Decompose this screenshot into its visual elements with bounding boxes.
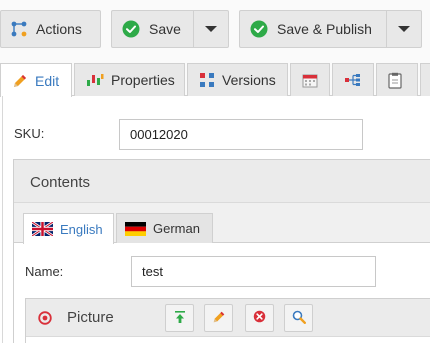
tab-schedule[interactable] (290, 63, 330, 96)
save-publish-button[interactable]: Save & Publish (239, 10, 386, 48)
editor-tab-bar: Edit Properties Versions (0, 58, 430, 97)
caret-down-icon (398, 26, 410, 32)
search-picture-button[interactable] (284, 304, 313, 332)
toolbar: Actions Save Save & Publish (0, 0, 430, 58)
tab-dependencies[interactable] (332, 63, 374, 96)
search-icon (292, 310, 306, 327)
save-publish-label: Save & Publish (277, 21, 372, 37)
tab-notes[interactable] (376, 63, 418, 96)
name-label: Name: (25, 264, 64, 279)
tab-german[interactable]: German (116, 213, 213, 243)
actions-icon (11, 21, 27, 37)
actions-button[interactable]: Actions (0, 10, 101, 48)
name-input[interactable] (131, 256, 376, 287)
contents-panel-header: Contents (14, 160, 430, 203)
contents-panel: Contents English German Name: test Pictu… (13, 159, 430, 343)
upload-icon (174, 310, 186, 327)
properties-icon (86, 72, 104, 88)
contents-title: Contents (30, 174, 91, 191)
picture-panel: Picture (25, 298, 430, 343)
tab-versions-label: Versions (222, 72, 276, 88)
check-icon (250, 20, 268, 38)
tab-english[interactable]: English (23, 213, 114, 244)
pencil-icon (12, 73, 28, 89)
clipboard-icon (388, 72, 402, 89)
save-button[interactable]: Save (111, 10, 193, 48)
germany-flag-icon (125, 221, 146, 236)
versions-icon (199, 72, 215, 88)
remove-icon (253, 310, 266, 326)
uk-flag-icon (31, 220, 54, 238)
target-icon (38, 311, 52, 325)
tab-overflow[interactable] (420, 63, 430, 96)
sku-label: SKU: (14, 126, 45, 141)
calendar-icon (302, 73, 318, 88)
edit-icon (212, 310, 226, 327)
picture-panel-header: Picture (26, 299, 430, 337)
picture-title: Picture (67, 309, 114, 326)
edit-picture-button[interactable] (204, 304, 233, 332)
tab-properties[interactable]: Properties (74, 63, 185, 96)
upload-button[interactable] (165, 304, 194, 332)
save-dropdown-button[interactable] (193, 10, 229, 48)
tab-german-label: German (153, 221, 200, 236)
content-divider (2, 96, 3, 343)
check-icon (122, 20, 140, 38)
tab-edit-label: Edit (35, 72, 60, 89)
tab-properties-label: Properties (111, 72, 175, 88)
dependencies-icon (344, 73, 362, 87)
save-publish-dropdown-button[interactable] (386, 10, 422, 48)
save-label: Save (149, 21, 181, 37)
tab-versions[interactable]: Versions (187, 63, 288, 96)
actions-label: Actions (36, 21, 82, 37)
remove-picture-button[interactable] (245, 304, 274, 332)
tab-edit[interactable]: Edit (0, 63, 72, 97)
language-tab-bar: English German (14, 203, 430, 244)
caret-down-icon (205, 26, 217, 32)
sku-input[interactable] (119, 119, 363, 150)
tab-english-label: English (60, 221, 103, 237)
